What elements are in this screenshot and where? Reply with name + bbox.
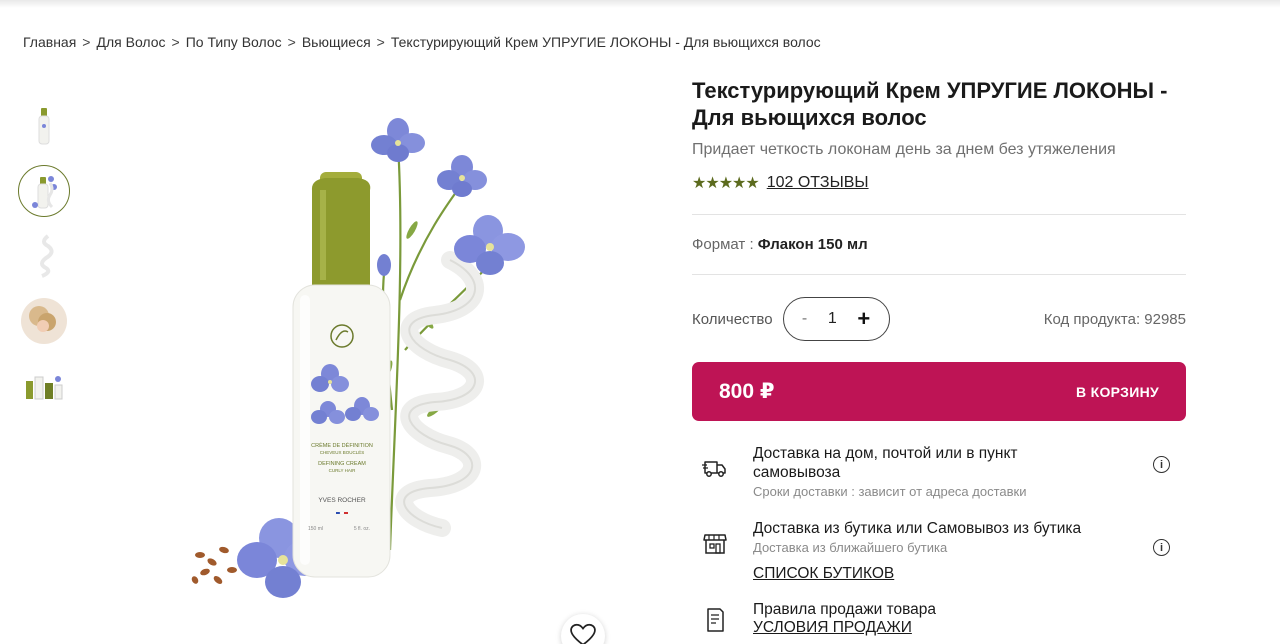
delivery-options: Доставка на дом, почтой или в пункт само…	[692, 444, 1186, 637]
quantity-row: Количество - 1 + Код продукта: 92985	[692, 297, 1186, 341]
truck-icon	[702, 461, 726, 477]
delivery-home-title: Доставка на дом, почтой или в пункт само…	[753, 445, 1018, 481]
delivery-home-subtitle: Сроки доставки : зависит от адреса доста…	[753, 484, 1027, 499]
product-subtitle: Придает четкость локонам день за днем бе…	[692, 141, 1116, 158]
breadcrumb-curly[interactable]: Вьющиеся	[302, 34, 371, 50]
product-format: Формат : Флакон 150 мл	[692, 236, 1186, 253]
rating-stars-icon: ★★★★★	[692, 175, 760, 192]
breadcrumb: Главная > Для Волос > По Типу Волос > Вь…	[23, 34, 821, 50]
breadcrumb-separator: >	[171, 34, 180, 50]
thumbnail-model[interactable]	[18, 295, 70, 347]
product-price: 800 ₽	[719, 380, 775, 403]
breadcrumb-separator: >	[82, 34, 91, 50]
bottle-volume-ml: 150 ml	[308, 526, 323, 532]
quantity-decrease-button[interactable]: -	[802, 310, 807, 328]
breadcrumb-hair-type[interactable]: По Типу Волос	[186, 34, 282, 50]
bottle-brand: YVES ROCHER	[318, 497, 366, 504]
bottle-label-line3: DEFINING CREAM	[318, 461, 366, 467]
format-value: Флакон 150 мл	[757, 236, 868, 253]
add-to-cart-label: В КОРЗИНУ	[1076, 383, 1159, 400]
thumbnail-list	[18, 100, 74, 425]
sale-rules: Правила продажи товара УСЛОВИЯ ПРОДАЖИ	[692, 600, 1186, 637]
bottle-label-line2: CHEVEUX BOUCLÉS	[320, 449, 365, 455]
breadcrumb-separator: >	[376, 34, 385, 50]
wishlist-button[interactable]	[561, 614, 605, 644]
reviews-link[interactable]: 102 ОТЗЫВЫ	[767, 174, 869, 192]
delivery-boutique-subtitle: Доставка из ближайшего бутика	[753, 540, 948, 555]
product-title: Текстурирующий Крем УПРУГИЕ ЛОКОНЫ - Для…	[692, 78, 1168, 130]
thumbnail-bottle[interactable]	[18, 100, 70, 152]
format-label: Формат :	[692, 236, 754, 253]
breadcrumb-home[interactable]: Главная	[23, 34, 76, 50]
divider	[692, 214, 1186, 215]
heart-icon	[570, 623, 596, 644]
bottle-label-line4: CURLY HAIR	[329, 468, 357, 473]
header-shadow	[0, 0, 1280, 8]
document-icon	[707, 608, 724, 632]
sale-rules-title: Правила продажи товара	[753, 601, 937, 618]
thumbnail-bottle-flowers[interactable]	[18, 165, 70, 217]
bottle-volume-oz: 5 fl. oz.	[354, 526, 370, 532]
product-info: Текстурирующий Крем УПРУГИЕ ЛОКОНЫ - Для…	[692, 77, 1186, 421]
product-main-image: CRÈME DE DÉFINITION CHEVEUX BOUCLÉS DEFI…	[180, 110, 540, 610]
quantity-increase-button[interactable]: +	[857, 306, 870, 332]
delivery-home: Доставка на дом, почтой или в пункт само…	[692, 444, 1186, 499]
product-rating: ★★★★★ 102 ОТЗЫВЫ	[692, 173, 1186, 193]
breadcrumb-current[interactable]: Текстурирующий Крем УПРУГИЕ ЛОКОНЫ - Для…	[391, 34, 821, 50]
quantity-value[interactable]: 1	[828, 310, 837, 328]
bottle-label-line1: CRÈME DE DÉFINITION	[311, 442, 373, 449]
info-icon[interactable]: i	[1153, 456, 1170, 473]
product-code: Код продукта: 92985	[1043, 310, 1186, 328]
delivery-boutique: Доставка из бутика или Самовывоз из бути…	[692, 519, 1186, 583]
store-icon	[703, 534, 727, 554]
add-to-cart-button[interactable]: 800 ₽ В КОРЗИНУ	[692, 362, 1186, 421]
info-icon[interactable]: i	[1153, 539, 1170, 556]
breadcrumb-separator: >	[287, 34, 296, 50]
boutique-list-link[interactable]: СПИСОК БУТИКОВ	[753, 565, 894, 582]
quantity-label: Количество	[692, 310, 773, 328]
thumbnail-product-range[interactable]	[18, 360, 70, 412]
quantity-stepper: - 1 +	[782, 297, 890, 341]
divider	[692, 274, 1186, 275]
delivery-boutique-title: Доставка из бутика или Самовывоз из бути…	[753, 520, 1082, 537]
breadcrumb-hair[interactable]: Для Волос	[96, 34, 165, 50]
thumbnail-cream-swirl[interactable]	[18, 230, 70, 282]
sale-conditions-link[interactable]: УСЛОВИЯ ПРОДАЖИ	[753, 619, 912, 636]
